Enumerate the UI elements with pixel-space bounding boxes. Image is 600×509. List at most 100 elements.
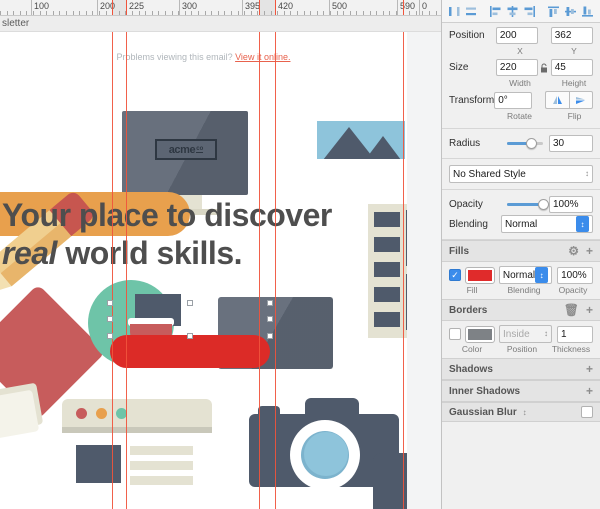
preheader-label: Problems viewing this email? (117, 52, 233, 62)
inspector-panel[interactable]: Position 200 362 X Y Size 220 45 Width H… (441, 0, 600, 509)
radius-slider[interactable] (501, 142, 549, 145)
ruler-tick (436, 11, 437, 15)
guide-line-420[interactable] (275, 0, 276, 509)
ruler-guide-marker[interactable] (403, 0, 404, 15)
photo-card-illustration (305, 110, 407, 170)
align-horizontal-center-icon[interactable] (504, 3, 521, 20)
headline-line-two: world skills. (65, 235, 242, 271)
flip-button-group[interactable] (545, 91, 593, 109)
position-y-input[interactable]: 362 (551, 27, 593, 44)
rotate-input[interactable]: 0° (494, 92, 532, 109)
radius-input[interactable]: 30 (549, 135, 593, 152)
fills-header: Fills ⚙ + (442, 240, 600, 262)
align-bottom-icon[interactable] (579, 3, 596, 20)
trash-icon[interactable]: 🗑 (564, 303, 579, 317)
ruler-tick (323, 11, 324, 15)
add-inner-shadow-icon[interactable]: + (586, 384, 593, 398)
ruler-guide-marker[interactable] (275, 0, 276, 15)
gear-icon[interactable]: ⚙ (568, 244, 579, 258)
border-enabled-checkbox[interactable] (449, 328, 461, 340)
radius-slider-knob[interactable] (526, 138, 537, 149)
shared-style-select[interactable]: No Shared Style ↕ (449, 165, 593, 183)
radius-slider-track[interactable] (507, 142, 543, 145)
gaussian-blur-checkbox[interactable] (581, 406, 593, 418)
ruler-tick (389, 11, 390, 15)
guide-line-395[interactable] (259, 0, 260, 509)
border-position-select[interactable]: Inside ↕ (499, 325, 552, 343)
border-thickness-input[interactable]: 1 (557, 326, 593, 343)
flip-horizontal-button[interactable] (545, 91, 569, 109)
inner-shadows-header[interactable]: Inner Shadows + (442, 380, 600, 402)
flip-vertical-button[interactable] (569, 91, 593, 109)
fills-header-actions: ⚙ + (568, 244, 593, 258)
ruler-guide-marker[interactable] (112, 0, 113, 15)
add-fill-icon[interactable]: + (586, 244, 593, 258)
artboard-name-label[interactable]: sletter (2, 18, 29, 29)
ruler-tick (218, 11, 219, 15)
blending-row: Blending Normal ↕ (449, 215, 593, 233)
opacity-slider-track[interactable] (507, 203, 543, 206)
selected-rounded-rectangle[interactable] (110, 335, 270, 368)
artboard-newsletter[interactable]: Problems viewing this email? View it onl… (0, 32, 407, 509)
guide-line-200[interactable] (112, 0, 113, 509)
chevron-up-down-icon[interactable]: ↕ (576, 216, 589, 232)
view-online-link[interactable]: View it online. (235, 52, 290, 62)
fill-opacity-input[interactable]: 100% (557, 267, 593, 284)
ruler-tick (224, 11, 225, 15)
align-top-icon[interactable] (545, 3, 562, 20)
resize-handle-top-left[interactable] (107, 300, 113, 306)
transform-row: Transform 0° (449, 91, 593, 109)
strip-tall-window (406, 274, 407, 330)
fill-color-swatch[interactable] (466, 268, 494, 283)
resize-handle-middle-left[interactable] (107, 316, 113, 322)
ruler-tick (86, 11, 87, 15)
position-x-input[interactable]: 200 (496, 27, 538, 44)
align-left-icon[interactable] (487, 3, 504, 20)
ruler-tick (363, 11, 364, 15)
align-toolbar[interactable] (442, 0, 600, 23)
distribute-horizontally-icon[interactable] (446, 3, 463, 20)
resize-handle-bottom-center[interactable] (187, 333, 193, 339)
horizontal-ruler[interactable]: 100 200 225 300 395 420 500 590 0 (0, 0, 441, 16)
canvas-area[interactable]: Problems viewing this email? View it onl… (0, 0, 441, 509)
opacity-slider[interactable] (501, 203, 549, 206)
rotate-caption: Rotate (501, 111, 538, 121)
ruler-tick (33, 11, 34, 15)
resize-handle-top-center[interactable] (187, 300, 193, 306)
border-color-swatch[interactable] (466, 327, 494, 342)
size-width-input[interactable]: 220 (496, 59, 538, 76)
opacity-input[interactable]: 100% (549, 196, 593, 213)
align-right-icon[interactable] (521, 3, 538, 20)
fill-enabled-checkbox[interactable]: ✓ (449, 269, 461, 281)
proportion-lock-icon[interactable] (538, 63, 551, 73)
ruler-major-tick (397, 0, 398, 15)
fill-captions: Fill Blending Opacity (442, 285, 600, 299)
resize-handle-bottom-right[interactable] (267, 333, 273, 339)
opacity-slider-knob[interactable] (538, 199, 549, 210)
guide-line-225[interactable] (126, 0, 127, 509)
add-border-icon[interactable]: + (586, 303, 593, 317)
resize-handle-top-right[interactable] (267, 300, 273, 306)
add-shadow-icon[interactable]: + (586, 362, 593, 376)
resize-handle-bottom-left[interactable] (107, 333, 113, 339)
shadows-header[interactable]: Shadows + (442, 358, 600, 380)
browser-window-illustration (62, 399, 212, 509)
guide-line-590[interactable] (403, 0, 404, 509)
ruler-guide-marker[interactable] (259, 0, 260, 15)
opacity-slider-fill (507, 203, 540, 206)
size-height-input[interactable]: 45 (551, 59, 593, 76)
chevron-up-down-icon[interactable]: ↕ (544, 330, 548, 338)
resize-handle-middle-right[interactable] (267, 316, 273, 322)
distribute-vertically-icon[interactable] (463, 3, 480, 20)
ruler-tick (317, 11, 318, 15)
ruler-tick (310, 11, 311, 15)
ruler-tick-label: 420 (278, 1, 293, 11)
chevron-up-down-icon[interactable]: ↕ (523, 408, 527, 417)
ruler-guide-marker[interactable] (126, 0, 127, 15)
chevron-up-down-icon[interactable]: ↕ (535, 267, 548, 283)
fill-blending-select[interactable]: Normal ↕ (499, 266, 552, 284)
ruler-tick (330, 11, 331, 15)
blending-select[interactable]: Normal ↕ (501, 215, 593, 233)
gaussian-blur-header[interactable]: Gaussian Blur ↕ (442, 402, 600, 422)
align-vertical-center-icon[interactable] (562, 3, 579, 20)
